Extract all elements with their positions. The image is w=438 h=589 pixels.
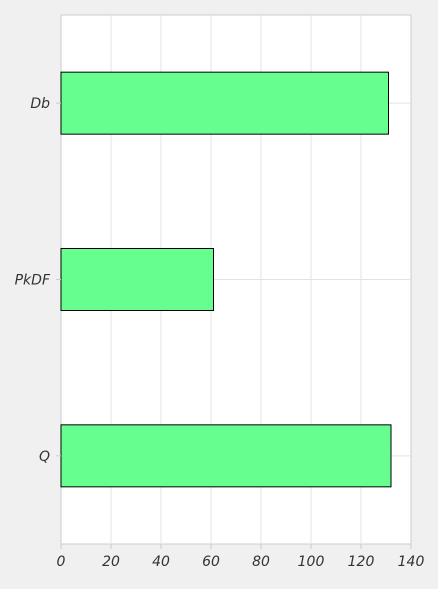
bar-PkDF	[60, 248, 214, 311]
x-tick-label-100: 100	[298, 554, 325, 570]
y-tick-label-Db: Db	[30, 96, 50, 112]
bar-Db	[60, 71, 389, 135]
x-tick-label-140: 140	[398, 554, 425, 570]
y-tick-label-PkDF: PkDF	[15, 273, 51, 289]
x-tick-label-80: 80	[252, 554, 270, 570]
bar-Q	[60, 424, 392, 488]
x-tick-label-40: 40	[152, 554, 170, 570]
x-tick-label-0: 0	[57, 554, 66, 570]
x-tick-label-20: 20	[102, 554, 120, 570]
x-tick-label-60: 60	[202, 554, 220, 570]
chart-svg: 0 20 40 60 80 100 120 140 Db PkDF Q	[0, 0, 438, 584]
y-tick-label-Q: Q	[39, 449, 50, 465]
bar-chart: 0 20 40 60 80 100 120 140 Db PkDF Q	[0, 0, 438, 584]
x-tick-label-120: 120	[348, 554, 375, 570]
